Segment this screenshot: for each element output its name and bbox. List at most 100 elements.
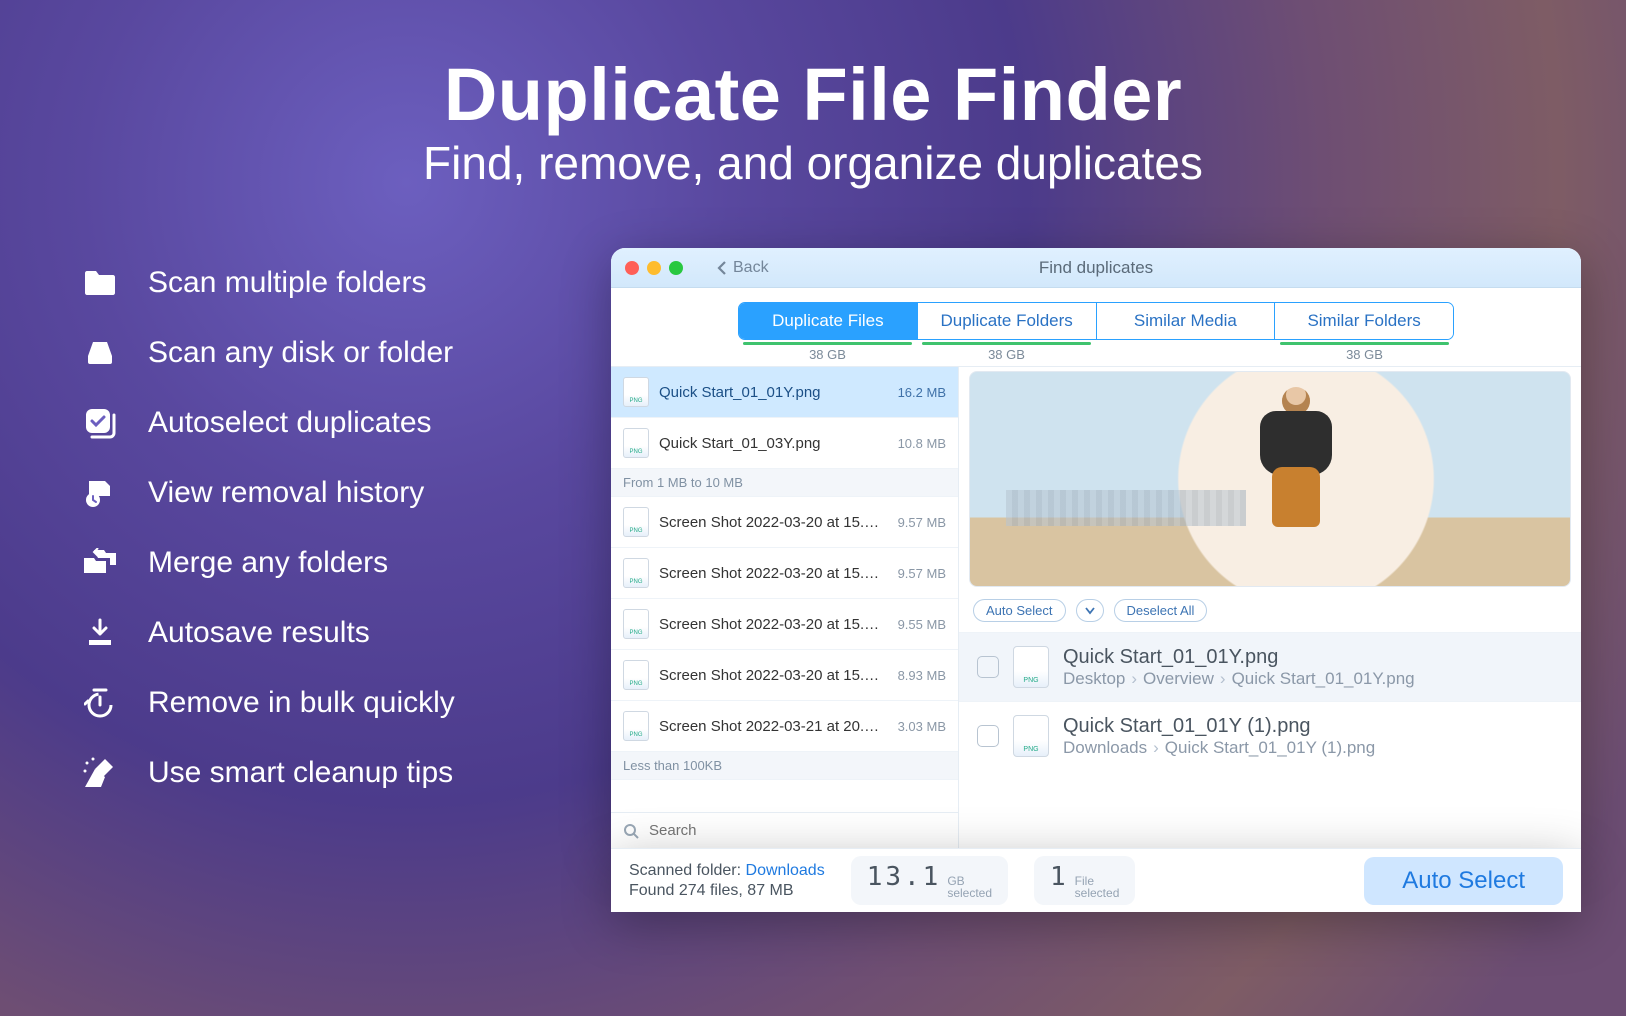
scanned-folder-link[interactable]: Downloads — [746, 862, 825, 879]
file-name: Screen Shot 2022-03-20 at 15.… — [659, 616, 888, 633]
auto-select-footer-button[interactable]: Auto Select — [1364, 857, 1563, 905]
maximize-icon[interactable] — [669, 261, 683, 275]
file-name: Quick Start_01_03Y.png — [659, 435, 888, 452]
tabs-sizes: 38 GB 38 GB 38 GB — [738, 342, 1454, 362]
stat-size: 13.1 GBselected — [851, 856, 1008, 905]
duplicate-item[interactable]: Quick Start_01_01Y.png Desktop›Overview›… — [959, 632, 1581, 701]
duplicate-item[interactable]: Quick Start_01_01Y (1).png Downloads›Qui… — [959, 701, 1581, 770]
check-icon — [80, 407, 120, 439]
duplicate-name: Quick Start_01_01Y.png — [1063, 645, 1415, 669]
file-size: 9.57 MB — [898, 515, 946, 530]
selection-controls: Auto Select Deselect All — [959, 589, 1581, 632]
duplicate-path: Downloads›Quick Start_01_01Y (1).png — [1063, 738, 1375, 758]
close-icon[interactable] — [625, 261, 639, 275]
feature-item: Autoselect duplicates — [80, 388, 600, 458]
list-item[interactable]: Screen Shot 2022-03-20 at 15.… 9.57 MB — [611, 548, 958, 599]
file-icon — [623, 609, 649, 639]
feature-list: Scan multiple folders Scan any disk or f… — [80, 248, 600, 808]
list-item[interactable]: Screen Shot 2022-03-20 at 15.… 9.57 MB — [611, 497, 958, 548]
folder-icon — [80, 269, 120, 297]
duplicate-name: Quick Start_01_01Y (1).png — [1063, 714, 1375, 738]
preview-pane — [959, 367, 1581, 589]
file-name: Screen Shot 2022-03-21 at 20.… — [659, 718, 888, 735]
file-list[interactable]: Quick Start_01_01Y.png 16.2 MB Quick Sta… — [611, 367, 959, 848]
timer-icon — [80, 687, 120, 719]
feature-item: Scan any disk or folder — [80, 318, 600, 388]
file-icon — [623, 507, 649, 537]
preview-image — [969, 371, 1571, 587]
file-icon — [623, 558, 649, 588]
file-size: 8.93 MB — [898, 668, 946, 683]
feature-label: Autoselect duplicates — [148, 406, 432, 440]
back-label: Back — [733, 259, 769, 277]
download-icon — [80, 618, 120, 648]
back-button[interactable]: Back — [717, 259, 769, 277]
file-size: 10.8 MB — [898, 436, 946, 451]
feature-label: Use smart cleanup tips — [148, 756, 453, 790]
hero-title: Duplicate File Finder — [0, 52, 1626, 137]
status-footer: Scanned folder: Downloads Found 274 file… — [611, 848, 1581, 912]
deselect-all-button[interactable]: Deselect All — [1114, 599, 1208, 622]
feature-label: Remove in bulk quickly — [148, 686, 455, 720]
file-icon — [1013, 646, 1049, 688]
found-label: Found 274 files, 87 MB — [629, 882, 794, 899]
tabs: Duplicate Files Duplicate Folders Simila… — [738, 302, 1454, 340]
feature-label: Merge any folders — [148, 546, 388, 580]
window-title: Find duplicates — [1039, 258, 1153, 278]
feature-item: View removal history — [80, 458, 600, 528]
tab-similar-folders[interactable]: Similar Folders — [1275, 303, 1453, 339]
search-input[interactable] — [647, 821, 946, 840]
tab-size: 38 GB — [738, 347, 917, 362]
scan-info: Scanned folder: Downloads Found 274 file… — [629, 861, 825, 901]
stat-count-value: 1 — [1050, 862, 1069, 892]
stat-count: 1 Fileselected — [1034, 856, 1135, 905]
file-icon — [623, 428, 649, 458]
search-icon — [623, 823, 639, 839]
file-icon — [623, 660, 649, 690]
auto-select-button[interactable]: Auto Select — [973, 599, 1066, 622]
auto-select-label: Auto Select — [986, 603, 1053, 618]
file-icon — [623, 377, 649, 407]
stat-size-value: 13.1 — [867, 862, 942, 892]
list-item[interactable]: Screen Shot 2022-03-20 at 15.… 8.93 MB — [611, 650, 958, 701]
feature-label: Autosave results — [148, 616, 370, 650]
feature-item: Autosave results — [80, 598, 600, 668]
feature-item: Merge any folders — [80, 528, 600, 598]
minimize-icon[interactable] — [647, 261, 661, 275]
chevron-left-icon — [717, 260, 727, 276]
file-size: 16.2 MB — [898, 385, 946, 400]
app-window: Back Find duplicates Duplicate Files Dup… — [611, 248, 1581, 848]
file-icon — [623, 711, 649, 741]
tab-size: 38 GB — [917, 347, 1096, 362]
tab-duplicate-folders[interactable]: Duplicate Folders — [918, 303, 1097, 339]
history-icon — [80, 478, 120, 508]
titlebar: Back Find duplicates — [611, 248, 1581, 288]
tab-size: 38 GB — [1275, 347, 1454, 362]
hero-subtitle: Find, remove, and organize duplicates — [0, 136, 1626, 190]
checkbox[interactable] — [977, 656, 999, 678]
list-item[interactable]: Screen Shot 2022-03-21 at 20.… 3.03 MB — [611, 701, 958, 752]
duplicates-list: Quick Start_01_01Y.png Desktop›Overview›… — [959, 632, 1581, 848]
feature-label: Scan any disk or folder — [148, 336, 453, 370]
auto-select-menu[interactable] — [1076, 599, 1104, 622]
group-header: From 1 MB to 10 MB — [611, 469, 958, 497]
feature-item: Scan multiple folders — [80, 248, 600, 318]
feature-label: View removal history — [148, 476, 424, 510]
checkbox[interactable] — [977, 725, 999, 747]
file-size: 9.57 MB — [898, 566, 946, 581]
feature-item: Remove in bulk quickly — [80, 668, 600, 738]
file-icon — [1013, 715, 1049, 757]
feature-label: Scan multiple folders — [148, 266, 426, 300]
disk-icon — [80, 338, 120, 368]
list-item[interactable]: Screen Shot 2022-03-20 at 15.… 9.55 MB — [611, 599, 958, 650]
broom-icon — [80, 757, 120, 789]
list-item[interactable]: Quick Start_01_03Y.png 10.8 MB — [611, 418, 958, 469]
duplicate-path: Desktop›Overview›Quick Start_01_01Y.png — [1063, 669, 1415, 689]
file-name: Screen Shot 2022-03-20 at 15.… — [659, 514, 888, 531]
list-item[interactable]: Quick Start_01_01Y.png 16.2 MB — [611, 367, 958, 418]
tab-duplicate-files[interactable]: Duplicate Files — [739, 303, 918, 339]
file-size: 3.03 MB — [898, 719, 946, 734]
tabs-container: Duplicate Files Duplicate Folders Simila… — [611, 288, 1581, 366]
search-row — [611, 812, 958, 848]
tab-similar-media[interactable]: Similar Media — [1097, 303, 1276, 339]
